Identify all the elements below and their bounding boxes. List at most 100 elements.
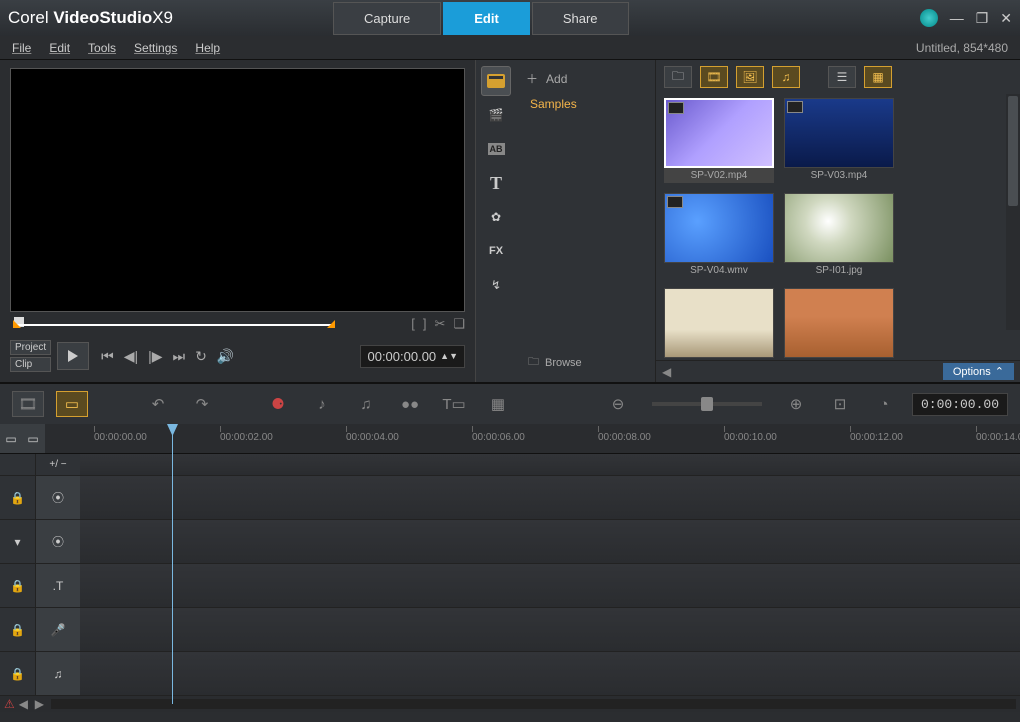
undo-button[interactable]: ↶	[142, 391, 174, 417]
track-lock-icon[interactable]: 🔒	[0, 579, 35, 593]
maximize-button[interactable]: ❐	[976, 10, 989, 27]
prev-frame-button[interactable]: ◀|	[124, 348, 138, 365]
track-title-icon[interactable]: .T	[35, 564, 80, 607]
time-ruler[interactable]: 00:00:00.00 00:00:02.00 00:00:04.00 00:0…	[90, 424, 1020, 453]
mark-out-button[interactable]: ]	[423, 316, 427, 332]
subtitle-editor-button[interactable]: T▭	[438, 391, 470, 417]
lib-tab-path[interactable]: ↯	[481, 270, 511, 300]
auto-music-button[interactable]: ♫	[350, 391, 382, 417]
show-photos-button[interactable]: 🖼	[736, 66, 764, 88]
view-thumb-button[interactable]: ▦	[864, 66, 892, 88]
mode-project[interactable]: Project	[10, 340, 51, 355]
media-item[interactable]: SP-I02.jpg	[664, 288, 774, 360]
welcome-icon[interactable]	[920, 9, 938, 27]
add-folder-button[interactable]: ＋Add	[522, 66, 649, 91]
media-item[interactable]: SP-V02.mp4	[664, 98, 774, 183]
multi-view-button[interactable]: ▦	[482, 391, 514, 417]
redo-button[interactable]: ↷	[186, 391, 218, 417]
minimize-button[interactable]: —	[950, 10, 964, 26]
media-label: SP-I01.jpg	[784, 263, 894, 278]
track-music-icon[interactable]: ♫	[35, 652, 80, 695]
lib-nav-prev[interactable]: ◀	[662, 365, 671, 379]
timeline-scrollbar[interactable]: ⚠ ◀ ▶	[0, 696, 1020, 712]
track-lane-voice[interactable]	[80, 608, 1020, 652]
plus-icon: ＋	[526, 70, 538, 87]
track-lane-overlay[interactable]	[80, 520, 1020, 564]
menu-settings[interactable]: Settings	[134, 41, 177, 55]
scrub-track[interactable]	[16, 324, 335, 326]
scroll-left-button[interactable]: ◀	[19, 697, 31, 711]
sound-mixer-button[interactable]: ♪	[306, 391, 338, 417]
track-video-icon[interactable]: ⦿	[35, 476, 80, 519]
track-lane-video[interactable]	[80, 476, 1020, 520]
snapshot-button[interactable]: ❏	[453, 316, 465, 332]
preview-viewport[interactable]	[10, 68, 465, 312]
lib-tab-transition[interactable]: AB	[481, 134, 511, 164]
track-lane-title[interactable]	[80, 564, 1020, 608]
tab-share[interactable]: Share	[532, 2, 629, 35]
track-voice-icon[interactable]: 🎤	[35, 608, 80, 651]
show-audio-button[interactable]: ♫	[772, 66, 800, 88]
media-item[interactable]: SP-I03.jpg	[784, 288, 894, 360]
browse-button[interactable]: 🗀Browse	[528, 353, 582, 372]
timeline-view-button[interactable]: ▭	[56, 391, 88, 417]
mode-clip[interactable]: Clip	[10, 357, 51, 372]
repeat-button[interactable]: ↻	[195, 348, 207, 365]
title-bar: Corel VideoStudioX9 Capture Edit Share —…	[0, 0, 1020, 36]
track-add-remove[interactable]: +/ −	[35, 454, 80, 475]
scroll-right-button[interactable]: ▶	[35, 697, 47, 711]
go-start-button[interactable]: ⏮	[101, 348, 114, 365]
tick-label: 00:00:08.00	[598, 432, 651, 443]
tab-edit[interactable]: Edit	[443, 2, 530, 35]
split-clip-button[interactable]: ✂	[434, 316, 445, 332]
browse-icon: 🗀	[528, 353, 539, 372]
storyboard-view-button[interactable]: 🎞	[12, 391, 44, 417]
mark-in-button[interactable]: [	[411, 316, 415, 332]
player-timecode[interactable]: 00:00:00.00▲▼	[360, 345, 465, 368]
track-lane[interactable]	[80, 454, 1020, 476]
lib-tab-graphic[interactable]: ✿	[481, 202, 511, 232]
volume-button[interactable]: 🔊	[217, 348, 234, 365]
track-overlay-icon[interactable]: ⦿	[35, 520, 80, 563]
show-videos-button[interactable]: 🎞	[700, 66, 728, 88]
view-list-button[interactable]: ☰	[828, 66, 856, 88]
track-lock-icon[interactable]: 🔒	[0, 491, 35, 505]
ruler-head-left[interactable]: ▭	[0, 424, 22, 453]
motion-track-button[interactable]: ●●	[394, 391, 426, 417]
options-panel-button[interactable]: Options⌃	[943, 363, 1014, 380]
zoom-slider[interactable]	[652, 402, 762, 406]
mark-in-icon[interactable]	[13, 320, 21, 328]
record-button[interactable]: ⚈	[262, 391, 294, 417]
track-menu-icon[interactable]: ▾	[0, 535, 35, 549]
import-media-button[interactable]: 🗀	[664, 66, 692, 88]
menu-edit[interactable]: Edit	[49, 41, 70, 55]
media-item[interactable]: SP-V04.wmv	[664, 193, 774, 278]
lib-tab-media[interactable]	[481, 66, 511, 96]
go-end-button[interactable]: ⏭	[173, 348, 186, 365]
tab-capture[interactable]: Capture	[333, 2, 441, 35]
playhead[interactable]	[172, 424, 173, 704]
mark-out-icon[interactable]	[327, 320, 335, 328]
media-label: SP-V02.mp4	[664, 168, 774, 183]
play-button[interactable]	[57, 342, 89, 370]
track-lock-icon[interactable]: 🔒	[0, 667, 35, 681]
next-frame-button[interactable]: |▶	[148, 348, 162, 365]
track-lock-icon[interactable]: 🔒	[0, 623, 35, 637]
menu-help[interactable]: Help	[195, 41, 220, 55]
folder-samples[interactable]: Samples	[522, 91, 649, 117]
library-scrollbar[interactable]	[1006, 94, 1020, 330]
track-lane-music[interactable]	[80, 652, 1020, 696]
fit-project-button[interactable]: ⊡	[824, 391, 856, 417]
zoom-out-button[interactable]: ⊖	[602, 391, 634, 417]
lib-tab-filter[interactable]: FX	[481, 236, 511, 266]
menu-tools[interactable]: Tools	[88, 41, 116, 55]
media-item[interactable]: SP-V03.mp4	[784, 98, 894, 183]
menu-file[interactable]: File	[12, 41, 31, 55]
ruler-head-right[interactable]: ▭	[22, 424, 44, 453]
timeline-timecode[interactable]: 0:00:00.00	[912, 393, 1008, 416]
media-item[interactable]: SP-I01.jpg	[784, 193, 894, 278]
zoom-in-button[interactable]: ⊕	[780, 391, 812, 417]
close-button[interactable]: ✕	[1000, 10, 1012, 27]
lib-tab-title[interactable]: T	[481, 168, 511, 198]
lib-tab-instant[interactable]: 🎬	[481, 100, 511, 130]
